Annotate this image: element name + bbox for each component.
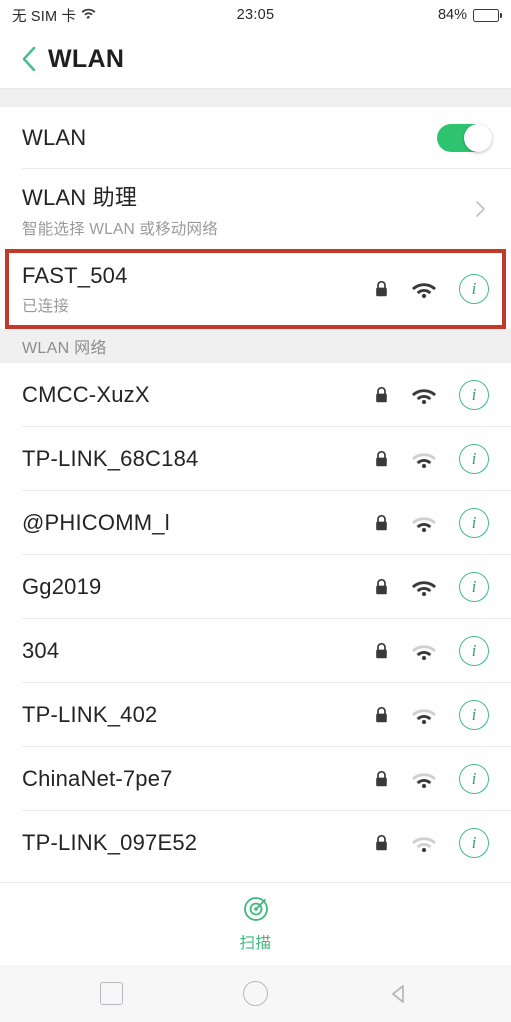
lock-icon — [374, 642, 389, 660]
phone-screen: 无 SIM 卡 23:05 84% WLAN WLAN WLAN 助理 智能选择… — [0, 0, 511, 1022]
info-icon[interactable]: i — [459, 444, 489, 474]
page-title: WLAN — [48, 44, 125, 73]
lock-icon — [374, 514, 389, 532]
wlan-toggle-text: WLAN — [22, 125, 437, 151]
status-bar: 无 SIM 卡 23:05 84% — [0, 0, 511, 30]
lock-icon — [374, 834, 389, 852]
connected-network-icons: i — [374, 274, 489, 304]
wifi-signal-icon — [411, 514, 437, 533]
title-bar: WLAN — [0, 30, 511, 88]
wifi-signal-icon — [411, 578, 437, 597]
network-ssid: ChinaNet-7pe7 — [22, 766, 173, 791]
network-row-icons: i — [374, 572, 489, 602]
wlan-toggle-row[interactable]: WLAN — [0, 107, 511, 169]
connected-network-container: FAST_504 已连接 i — [0, 249, 511, 329]
network-row-text: Gg2019 — [22, 574, 362, 600]
network-ssid: CMCC-XuzX — [22, 382, 150, 407]
network-row[interactable]: TP-LINK_68C184 i — [0, 427, 511, 491]
wlan-toggle-switch[interactable] — [437, 124, 492, 152]
lock-icon — [374, 770, 389, 788]
android-nav-bar — [0, 965, 511, 1022]
network-ssid: 304 — [22, 638, 60, 663]
connected-network-row[interactable]: FAST_504 已连接 i — [0, 249, 511, 329]
network-row-text: 304 — [22, 638, 362, 664]
wlan-assistant-row[interactable]: WLAN 助理 智能选择 WLAN 或移动网络 — [0, 169, 511, 249]
network-ssid: Gg2019 — [22, 574, 102, 599]
info-icon[interactable]: i — [459, 636, 489, 666]
network-row-text: ChinaNet-7pe7 — [22, 766, 362, 792]
network-row-icons: i — [374, 636, 489, 666]
wlan-assistant-text: WLAN 助理 智能选择 WLAN 或移动网络 — [22, 180, 471, 239]
network-row-icons: i — [374, 444, 489, 474]
network-row-icons: i — [374, 828, 489, 858]
network-ssid: @PHICOMM_l — [22, 510, 170, 535]
network-row-text: TP-LINK_097E52 — [22, 830, 362, 856]
network-row[interactable]: @PHICOMM_l i — [0, 491, 511, 555]
radar-scan-icon — [242, 895, 270, 928]
info-icon[interactable]: i — [459, 764, 489, 794]
wifi-signal-icon — [411, 386, 437, 405]
network-list: CMCC-XuzX i TP-LINK_68C184 i @PHICOMM_l i Gg20… — [0, 363, 511, 882]
battery-icon — [473, 8, 502, 22]
network-row[interactable]: CMCC-XuzX i — [0, 363, 511, 427]
scan-button-label: 扫描 — [239, 935, 272, 952]
scan-button[interactable]: 扫描 — [0, 882, 511, 965]
circle-home-icon[interactable] — [233, 972, 277, 1016]
lock-icon — [374, 706, 389, 724]
status-bar-clock: 23:05 — [236, 7, 275, 23]
network-row-text: CMCC-XuzX — [22, 382, 362, 408]
info-icon[interactable]: i — [459, 508, 489, 538]
network-row-icons: i — [374, 508, 489, 538]
wlan-toggle-label: WLAN — [22, 125, 87, 150]
network-row[interactable]: TP-LINK_402 i — [0, 683, 511, 747]
lock-icon — [374, 386, 389, 404]
triangle-back-icon[interactable] — [377, 972, 421, 1016]
lock-icon — [374, 450, 389, 468]
network-row-icons: i — [374, 380, 489, 410]
network-row[interactable]: ChinaNet-7pe7 i — [0, 747, 511, 811]
network-row-text: TP-LINK_402 — [22, 702, 362, 728]
chevron-left-icon — [22, 46, 36, 72]
network-ssid: TP-LINK_402 — [22, 702, 158, 727]
network-ssid: TP-LINK_097E52 — [22, 830, 198, 855]
wifi-signal-icon — [411, 450, 437, 469]
toggle-knob — [464, 124, 492, 152]
square-recents-icon[interactable] — [90, 972, 134, 1016]
wlan-assistant-subtitle: 智能选择 WLAN 或移动网络 — [22, 220, 218, 238]
info-icon[interactable]: i — [459, 380, 489, 410]
network-ssid: TP-LINK_68C184 — [22, 446, 199, 471]
network-row-icons: i — [374, 700, 489, 730]
section-header-label: WLAN 网络 — [22, 340, 107, 357]
network-row-text: TP-LINK_68C184 — [22, 446, 362, 472]
chevron-right-icon — [471, 200, 489, 218]
wifi-signal-icon — [411, 706, 437, 725]
wifi-signal-icon — [411, 834, 437, 853]
network-row[interactable]: 304 i — [0, 619, 511, 683]
network-row[interactable]: Gg2019 i — [0, 555, 511, 619]
wifi-signal-icon — [411, 770, 437, 789]
connected-network-ssid: FAST_504 — [22, 262, 128, 288]
wifi-signal-icon — [411, 642, 437, 661]
connected-network-status: 已连接 — [22, 297, 70, 315]
wlan-assistant-title: WLAN 助理 — [22, 184, 138, 210]
network-row-icons: i — [374, 764, 489, 794]
network-row[interactable]: TP-LINK_097E52 i — [0, 811, 511, 875]
lock-icon — [374, 280, 389, 298]
info-icon[interactable]: i — [459, 572, 489, 602]
info-icon[interactable]: i — [459, 274, 489, 304]
back-button[interactable] — [16, 46, 42, 72]
network-row-text: @PHICOMM_l — [22, 510, 362, 536]
info-icon[interactable]: i — [459, 700, 489, 730]
section-header: WLAN 网络 — [0, 329, 511, 363]
connected-network-text: FAST_504 已连接 — [22, 263, 362, 316]
lock-icon — [374, 578, 389, 596]
wifi-signal-icon — [411, 280, 437, 299]
info-icon[interactable]: i — [459, 828, 489, 858]
header-spacer — [0, 88, 511, 107]
